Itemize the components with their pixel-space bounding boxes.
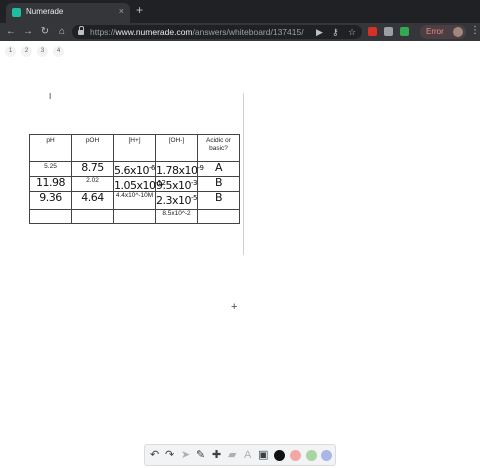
handwritten-value: A: [214, 161, 223, 174]
key-icon[interactable]: ⚷: [332, 27, 339, 38]
chemistry-table: pH pOH [H+] [OH-] Acidic or basic? 5.25 …: [29, 134, 240, 224]
home-icon[interactable]: ⌂: [55, 25, 69, 39]
back-arrow-icon[interactable]: ←: [4, 25, 18, 39]
table-cell: 2.3x10-5: [155, 191, 198, 210]
table-cell: [29, 209, 72, 224]
typed-value: 4.4x10^-10M: [115, 192, 154, 199]
table-cell: 8.5x10^-2: [155, 209, 198, 224]
handwritten-value: 4.64: [81, 191, 104, 204]
color-pink-swatch[interactable]: [290, 450, 301, 461]
address-bar[interactable]: https://www.numerade.com/answers/whitebo…: [72, 25, 362, 39]
table-cell: [113, 209, 156, 224]
table-cell: 4.64: [71, 191, 114, 210]
color-black-swatch[interactable]: [274, 450, 285, 461]
select-icon[interactable]: ➤: [181, 449, 190, 462]
lock-icon: [78, 26, 84, 35]
close-tab-icon[interactable]: ×: [119, 6, 124, 16]
drawing-toolbar: ↶ ↷ ➤ ✎ ✚ ▰ A ▣: [144, 444, 336, 466]
page-tab-4[interactable]: 4: [53, 46, 64, 57]
table-cell: B: [197, 191, 240, 210]
table-cell: [71, 209, 114, 224]
table-row: 9.36 4.64 4.4x10^-10M 2.3x10-5 B: [29, 191, 240, 210]
menu-icon[interactable]: ⋮: [470, 25, 480, 36]
text-icon[interactable]: A: [244, 449, 251, 462]
crosshair-cursor-icon: +: [231, 301, 238, 313]
table-cell: 2.02: [71, 176, 114, 192]
table-cell: 1.05x10-12: [113, 176, 166, 192]
handwritten-value: B: [214, 191, 223, 204]
handwritten-value: B: [214, 176, 223, 189]
handwritten-value: 9.5x10-3: [156, 179, 197, 192]
header-oh-conc: [OH-]: [155, 134, 198, 162]
handwritten-value: 8.75: [81, 161, 104, 174]
typed-value: 2.02: [86, 177, 99, 184]
bookmark-star-icon[interactable]: ☆: [348, 27, 356, 38]
table-cell: 8.75: [71, 161, 114, 177]
table-cell: 5.25: [29, 161, 72, 177]
table-cell: 4.4x10^-10M: [113, 191, 156, 210]
error-label: Error: [426, 27, 444, 36]
new-tab-button[interactable]: +: [136, 4, 143, 16]
text-cursor: I: [49, 92, 52, 101]
add-icon[interactable]: ✚: [212, 449, 221, 462]
handwritten-value: 9.36: [39, 191, 62, 204]
table-row: 11.98 2.02 1.05x10-12 9.5x10-3 B: [29, 176, 240, 192]
page-tab-3[interactable]: 3: [37, 46, 48, 57]
header-poh: pOH: [71, 134, 114, 162]
image-icon[interactable]: ▣: [258, 449, 268, 462]
pen-icon[interactable]: ✎: [196, 449, 205, 462]
avatar: [453, 27, 463, 37]
table-row: 5.25 8.75 5.6x10-6 1.78x10-9 A: [29, 161, 240, 177]
forward-arrow-icon[interactable]: →: [21, 25, 35, 39]
table-cell: 5.6x10-6: [113, 161, 156, 177]
redo-icon[interactable]: ↷: [165, 449, 174, 462]
typed-value: 8.5x10^-2: [162, 210, 191, 217]
handwritten-value: 11.98: [36, 176, 66, 189]
eraser-icon[interactable]: ▰: [228, 449, 236, 462]
browser-tab-strip: Numerade × +: [0, 0, 480, 23]
browser-toolbar: ← → ↻ ⌂ https://www.numerade.com/answers…: [0, 23, 480, 41]
handwritten-value: 1.78x10-9: [156, 164, 204, 177]
extension-s-icon[interactable]: [384, 27, 393, 36]
url-text: https://www.numerade.com/answers/whitebo…: [90, 27, 304, 37]
table-cell: 9.36: [29, 191, 72, 210]
header-acidic-basic: Acidic or basic?: [197, 134, 240, 162]
table-header-row: pH pOH [H+] [OH-] Acidic or basic?: [29, 134, 240, 162]
tab-title: Numerade: [26, 7, 64, 16]
table-cell: A: [197, 161, 240, 177]
table-cell: [197, 209, 240, 224]
extension-screen-icon[interactable]: [400, 27, 409, 36]
header-ph: pH: [29, 134, 72, 162]
page-tab-2[interactable]: 2: [21, 46, 32, 57]
table-cell: 1.78x10-9: [155, 161, 204, 177]
handwritten-value: 5.6x10-6: [114, 164, 155, 177]
color-green-swatch[interactable]: [306, 450, 317, 461]
table-row: 8.5x10^-2: [29, 209, 240, 224]
table-cell: B: [197, 176, 240, 192]
page-tab-1[interactable]: 1: [5, 46, 16, 57]
video-icon[interactable]: ▶: [316, 27, 323, 38]
table-cell: 9.5x10-3: [155, 176, 198, 192]
handwritten-value: 2.3x10-5: [156, 194, 197, 207]
undo-icon[interactable]: ↶: [150, 449, 159, 462]
reload-icon[interactable]: ↻: [38, 25, 52, 39]
numerade-favicon-icon: [12, 8, 21, 17]
handwritten-value: 1.05x10-12: [114, 179, 166, 192]
profile-error-button[interactable]: Error: [420, 25, 466, 39]
extension-icon[interactable]: [368, 27, 377, 36]
header-h-conc: [H+]: [113, 134, 156, 162]
browser-tab[interactable]: Numerade ×: [6, 3, 130, 23]
color-blue-swatch[interactable]: [321, 450, 332, 461]
canvas-divider: [243, 93, 244, 255]
typed-value: 5.25: [44, 163, 57, 170]
table-cell: 11.98: [29, 176, 72, 192]
